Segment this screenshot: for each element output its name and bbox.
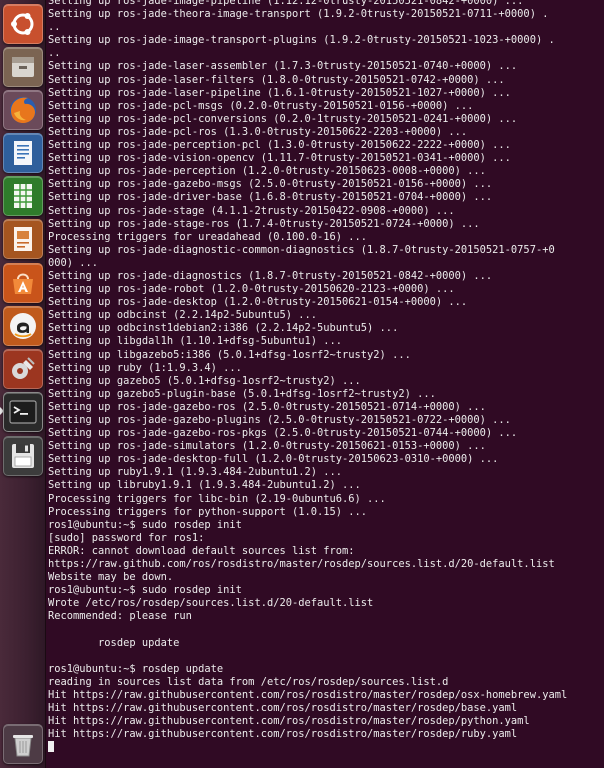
terminal-line: Setting up ros-jade-vision-opencv (1.11.…: [48, 152, 511, 165]
trash-button[interactable]: [3, 724, 43, 764]
terminal-line: Hit https://raw.githubusercontent.com/ro…: [48, 728, 518, 741]
terminal-line: Setting up ros-jade-gazebo-plugins (2.5.…: [48, 414, 511, 426]
terminal-line: Wrote /etc/ros/rosdep/sources.list.d/20-…: [48, 597, 374, 610]
amazon-button[interactable]: [3, 306, 43, 346]
terminal-line: Setting up gazebo5-plugin-base (5.0.1+df…: [48, 387, 436, 400]
terminal-line: Setting up ruby (1:1.9.3.4) ...: [48, 361, 242, 374]
terminal-line: ..: [48, 47, 61, 60]
system-settings-button[interactable]: [3, 349, 43, 389]
terminal-line: Setting up ros-jade-pcl-ros (1.3.0-0trus…: [48, 125, 468, 138]
terminal-prompt-line: [48, 741, 604, 754]
terminal-line: ..: [48, 21, 61, 34]
terminal-line: Setting up ros-jade-laser-filters (1.8.0…: [48, 73, 505, 86]
writer-button[interactable]: [3, 133, 43, 173]
terminal-line: Setting up odbcinst (2.2.14p2-5ubuntu5) …: [48, 309, 317, 322]
terminal-line: Setting up ros-jade-robot (1.2.0-0trusty…: [48, 283, 455, 296]
terminal-line: reading in sources list data from /etc/r…: [48, 675, 449, 688]
terminal-line: 000) ...: [48, 256, 99, 269]
terminal-line: Setting up ros-jade-image-transport-plug…: [48, 34, 555, 47]
firefox-button[interactable]: [3, 90, 43, 130]
terminal-line: ros1@ubuntu:~$ rosdep update: [48, 662, 224, 675]
terminal-line: Setting up ros-jade-simulators (1.2.0-0t…: [48, 440, 486, 453]
terminal-line: Setting up ros-jade-image-pipeline (1.12…: [48, 0, 524, 7]
terminal-line: Setting up ros-jade-desktop (1.2.0-0trus…: [48, 296, 468, 309]
ubuntu-dash-button[interactable]: [3, 4, 43, 44]
terminal-line: Setting up ros-jade-gazebo-ros (2.5.0-0t…: [48, 400, 486, 413]
disk-button[interactable]: [3, 436, 43, 476]
terminal-line: Setting up ros-jade-laser-pipeline (1.6.…: [48, 86, 511, 99]
impress-button[interactable]: [3, 219, 43, 259]
terminal-line: Setting up ros-jade-pcl-msgs (0.2.0-0tru…: [48, 99, 474, 112]
terminal-line: Setting up ros-jade-pcl-conversions (0.2…: [48, 112, 518, 125]
terminal-line: Setting up ros-jade-stage (4.1.1-2trusty…: [48, 204, 455, 217]
terminal-line: Setting up ros-jade-stage-ros (1.7.4-0tr…: [48, 217, 480, 230]
terminal-line: Setting up ros-jade-laser-assembler (1.7…: [48, 60, 518, 73]
terminal-line: rosdep update: [48, 636, 180, 649]
terminal-line: Hit https://raw.githubusercontent.com/ro…: [48, 715, 530, 728]
terminal-line: https://raw.github.com/ros/rosdistro/mas…: [48, 558, 555, 571]
terminal-line: Setting up ros-jade-gazebo-ros-pkgs (2.5…: [48, 427, 518, 440]
terminal-line: Setting up ros-jade-desktop-full (1.2.0-…: [48, 453, 499, 466]
terminal-line: ERROR: cannot download default sources l…: [48, 544, 355, 557]
terminal-line: Setting up ruby1.9.1 (1.9.3.484-2ubuntu1…: [48, 466, 343, 479]
terminal-line: Setting up odbcinst1debian2:i386 (2.2.14…: [48, 322, 399, 335]
desktop-screen: Setting up ros-jade-image-pipeline (1.12…: [0, 0, 604, 768]
software-center-button[interactable]: [3, 263, 43, 303]
terminal-line: Setting up ros-jade-perception-pcl (1.3.…: [48, 139, 511, 152]
terminal-line: Processing triggers for python-support (…: [48, 505, 368, 518]
terminal-line: Processing triggers for libc-bin (2.19-0…: [48, 492, 386, 505]
terminal-button[interactable]: [3, 392, 43, 432]
terminal-line: [sudo] password for ros1:: [48, 531, 205, 544]
unity-launcher: [0, 0, 46, 768]
terminal-line: Setting up libgdal1h (1.10.1+dfsg-5ubunt…: [48, 335, 343, 348]
terminal-line: Setting up ros-jade-gazebo-msgs (2.5.0-0…: [48, 178, 493, 191]
terminal-window[interactable]: Setting up ros-jade-image-pipeline (1.12…: [46, 0, 604, 768]
terminal-line: Processing triggers for ureadahead (0.10…: [48, 230, 368, 243]
terminal-line: Recommended: please run: [48, 610, 192, 623]
terminal-line: ros1@ubuntu:~$ sudo rosdep init: [48, 518, 242, 531]
terminal-line: Setting up ros-jade-perception (1.2.0-0t…: [48, 165, 486, 178]
terminal-output: Setting up ros-jade-image-pipeline (1.12…: [48, 0, 604, 754]
terminal-line: Setting up ros-jade-diagnostic-common-di…: [48, 243, 555, 256]
terminal-line: ros1@ubuntu:~$ sudo rosdep init: [48, 584, 242, 597]
terminal-line: Hit https://raw.githubusercontent.com/ro…: [48, 688, 568, 701]
terminal-line: Setting up ros-jade-diagnostics (1.8.7-0…: [48, 269, 493, 282]
calc-button[interactable]: [3, 176, 43, 216]
terminal-line: Setting up ros-jade-driver-base (1.6.8-0…: [48, 191, 493, 204]
files-button[interactable]: [3, 47, 43, 87]
terminal-line: Setting up ros-jade-theora-image-transpo…: [48, 8, 549, 21]
terminal-line: Setting up libgazebo5:i386 (5.0.1+dfsg-1…: [48, 348, 411, 361]
terminal-line: Hit https://raw.githubusercontent.com/ro…: [48, 702, 518, 715]
terminal-line: Setting up gazebo5 (5.0.1+dfsg-1osrf2~tr…: [48, 374, 361, 387]
terminal-line: Setting up libruby1.9.1 (1.9.3.484-2ubun…: [48, 479, 361, 492]
terminal-cursor: [48, 741, 54, 753]
terminal-line: Website may be down.: [48, 571, 174, 584]
